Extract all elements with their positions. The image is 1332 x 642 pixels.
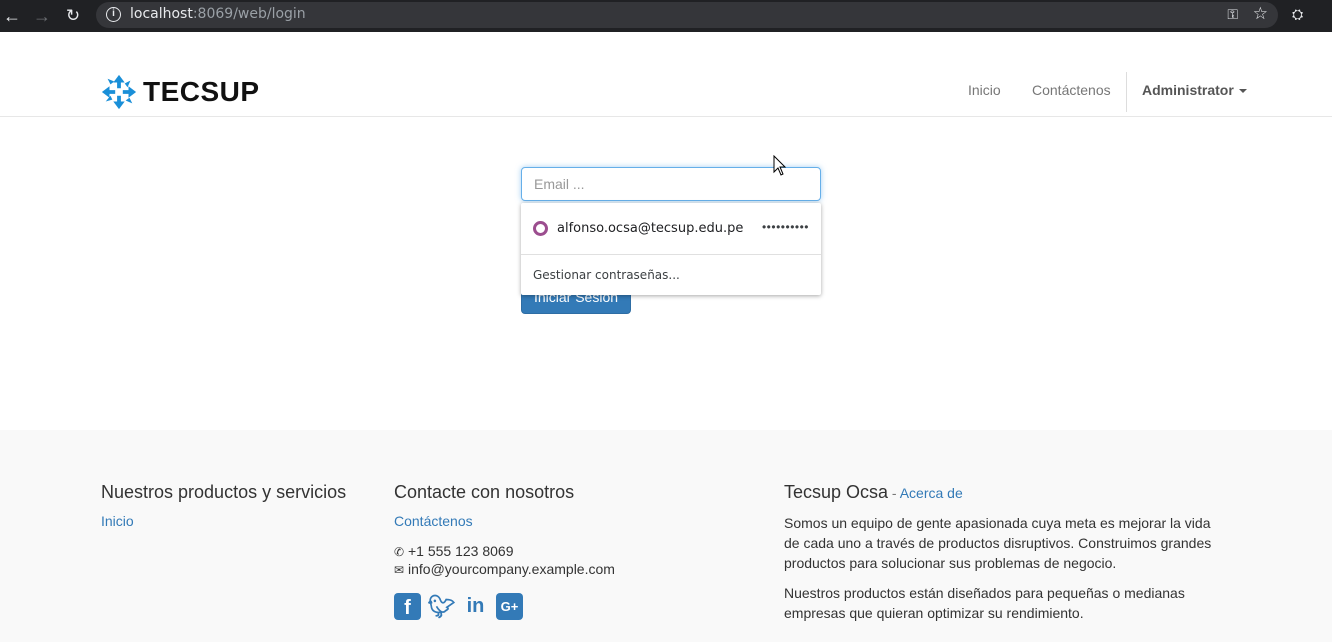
site-footer: Nuestros productos y servicios Inicio Co… [0, 430, 1332, 642]
about-link[interactable]: Acerca de [900, 485, 963, 501]
autofill-username: alfonso.ocsa@tecsup.edu.pe [557, 221, 744, 236]
nav-item-inicio[interactable]: Inicio [968, 82, 1001, 98]
manage-passwords-link[interactable]: Gestionar contraseñas... [533, 268, 680, 282]
url-path: :8069/web/login [192, 6, 306, 22]
star-icon[interactable]: ☆ [1253, 4, 1268, 24]
browser-toolbar: ← → ↻ i localhost:8069/web/login ⚿ ☆ ⛭ [0, 0, 1332, 32]
about-separator: - [888, 485, 900, 501]
url-host: localhost [130, 6, 193, 22]
autofill-divider [521, 254, 821, 255]
company-name: Tecsup Ocsa [784, 482, 889, 502]
caret-down-icon [1238, 89, 1247, 94]
url-text: localhost:8069/web/login [130, 6, 306, 22]
footer-contact: Contacte con nosotros Contáctenos ✆ +1 55… [394, 430, 615, 620]
user-menu[interactable]: Administrator [1142, 82, 1247, 98]
nav-item-contactenos[interactable]: Contáctenos [1032, 82, 1111, 98]
phone-number: +1 555 123 8069 [408, 543, 514, 559]
about-subtitle: - Acerca de [888, 485, 963, 501]
address-bar[interactable]: i localhost:8069/web/login ⚿ ☆ [96, 2, 1278, 28]
password-autofill-dropdown: alfonso.ocsa@tecsup.edu.pe •••••••••• Ge… [521, 203, 821, 295]
twitter-icon[interactable]: 🐦︎ [428, 593, 456, 620]
footer-products-title: Nuestros productos y servicios [101, 482, 347, 502]
about-paragraph-2: Nuestros productos están diseñados para … [784, 585, 1185, 621]
extension-icon[interactable]: ⛭ [1292, 6, 1303, 23]
nav-divider [1126, 72, 1127, 112]
footer-link-inicio[interactable]: Inicio [101, 513, 346, 529]
saved-credential-icon [533, 221, 548, 236]
footer-email: ✉ info@yourcompany.example.com [394, 561, 615, 577]
autofill-password-mask: •••••••••• [761, 220, 809, 234]
footer-link-contactenos[interactable]: Contáctenos [394, 513, 615, 529]
mouse-cursor-icon [773, 155, 787, 176]
linkedin-icon[interactable]: in [462, 593, 489, 620]
key-icon[interactable]: ⚿ [1227, 6, 1238, 23]
footer-about-title: Tecsup Ocsa - Acerca de [784, 482, 1229, 503]
phone-icon: ✆ [394, 545, 405, 559]
footer-phone: ✆ +1 555 123 8069 [394, 543, 615, 559]
google-plus-icon[interactable]: G+ [496, 593, 523, 620]
envelope-icon: ✉ [394, 563, 405, 577]
user-menu-label: Administrator [1142, 82, 1234, 98]
forward-arrow-icon[interactable]: → [32, 6, 52, 26]
social-links: f 🐦︎ in G+ [394, 593, 615, 620]
email-address[interactable]: info@yourcompany.example.com [408, 561, 615, 577]
facebook-icon[interactable]: f [394, 593, 421, 620]
footer-products: Nuestros productos y servicios Inicio [101, 430, 346, 529]
about-paragraph-1: Somos un equipo de gente apasionada cuya… [784, 515, 1212, 571]
reload-icon[interactable]: ↻ [63, 6, 83, 26]
site-header: TECSUP Inicio Contáctenos Administrator [0, 32, 1332, 117]
footer-contact-title: Contacte con nosotros [394, 482, 575, 502]
main-nav: Inicio Contáctenos Administrator [0, 72, 1332, 112]
footer-about: Tecsup Ocsa - Acerca de Somos un equipo … [784, 430, 1229, 623]
autofill-suggestion[interactable]: alfonso.ocsa@tecsup.edu.pe •••••••••• [521, 203, 821, 254]
back-arrow-icon[interactable]: ← [2, 6, 22, 26]
info-icon[interactable]: i [106, 7, 121, 22]
